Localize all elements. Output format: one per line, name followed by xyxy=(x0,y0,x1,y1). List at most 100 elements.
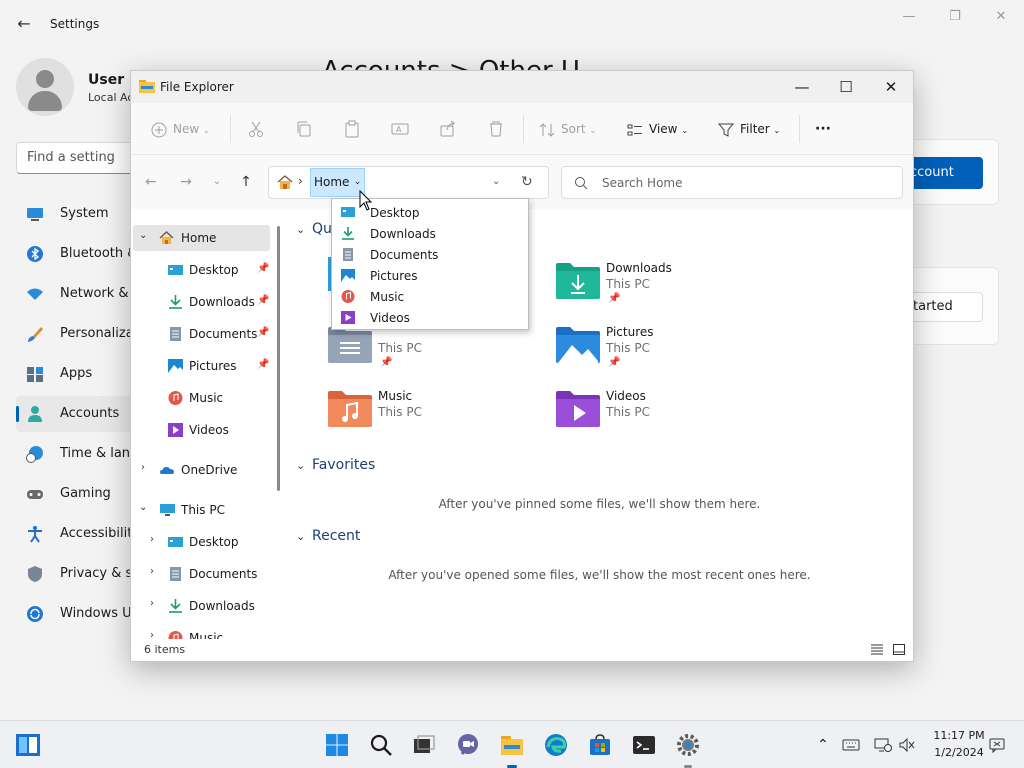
nav-item-documents[interactable]: Documents 📌 xyxy=(133,321,270,347)
start-windows-icon[interactable] xyxy=(325,733,349,757)
pin-icon: 📌 xyxy=(257,327,270,338)
dropdown-item-videos[interactable]: Videos xyxy=(332,307,528,328)
address-bar[interactable]: › Home ⌄ ⌄ ↻ xyxy=(268,166,549,199)
nav-item-music[interactable]: Music xyxy=(133,385,270,411)
clock-time[interactable]: 11:17 PM xyxy=(924,729,994,742)
dropdown-label: Documents xyxy=(370,248,439,262)
up-arrow-icon[interactable]: ↑ xyxy=(236,172,256,192)
more-options-button[interactable]: ··· xyxy=(815,117,831,141)
favorites-header[interactable]: ⌄ Favorites xyxy=(296,457,375,473)
settings-gear-icon[interactable] xyxy=(676,733,700,757)
nav-label: Desktop xyxy=(189,263,239,277)
dropdown-item-documents[interactable]: Documents xyxy=(332,244,528,265)
address-history-chevron-icon[interactable]: ⌄ xyxy=(492,176,500,187)
view-button[interactable]: View ⌄ xyxy=(627,117,688,141)
filter-button[interactable]: Filter ⌄ xyxy=(718,117,780,141)
terminal-icon[interactable] xyxy=(632,733,656,757)
command-bar: New ⌄ A Sort ⌄ View ⌄ Filter ⌄ ··· xyxy=(131,103,913,155)
nav-item-desktop[interactable]: Desktop 📌 xyxy=(133,257,270,283)
chevron-right-icon[interactable]: › xyxy=(150,598,154,609)
clock-date[interactable]: 1/2/2024 xyxy=(924,746,994,759)
delete-icon[interactable] xyxy=(486,119,506,139)
close-icon[interactable]: ✕ xyxy=(868,73,914,101)
explorer-titlebar[interactable]: File Explorer — ☐ ✕ xyxy=(131,71,913,103)
refresh-icon[interactable]: ↻ xyxy=(521,174,533,190)
chevron-up-icon[interactable]: ⌃ xyxy=(814,736,832,754)
sort-button[interactable]: Sort ⌄ xyxy=(539,117,596,141)
nav-item-onedrive[interactable]: › OneDrive xyxy=(133,457,270,483)
dropdown-item-pictures[interactable]: Pictures xyxy=(332,265,528,286)
music-icon xyxy=(341,290,355,303)
downloads-icon xyxy=(169,599,182,613)
pin-icon: 📌 xyxy=(257,359,270,370)
dropdown-item-downloads[interactable]: Downloads xyxy=(332,223,528,244)
search-input[interactable]: Search Home xyxy=(602,176,682,190)
notifications-icon[interactable] xyxy=(988,736,1006,754)
nav-pane-scrollbar[interactable] xyxy=(277,226,280,491)
nav-item-pc-music[interactable]: › Music xyxy=(133,625,270,639)
chevron-down-icon[interactable]: ⌄ xyxy=(139,502,147,513)
rename-icon[interactable]: A xyxy=(390,119,410,139)
nav-label: Videos xyxy=(189,423,229,437)
keyboard-icon[interactable] xyxy=(842,736,860,754)
nav-item-pc-documents[interactable]: › Documents xyxy=(133,561,270,587)
tile-downloads[interactable]: Downloads This PC 📌 xyxy=(556,255,756,311)
clock-globe-icon xyxy=(26,446,43,463)
chevron-right-icon[interactable]: › xyxy=(150,566,154,577)
chevron-right-icon[interactable]: › xyxy=(150,630,154,639)
teams-chat-icon[interactable] xyxy=(456,733,480,757)
edge-browser-icon[interactable] xyxy=(544,733,568,757)
nav-item-this-pc[interactable]: ⌄ This PC xyxy=(133,497,270,523)
tiles-view-icon[interactable] xyxy=(893,644,905,655)
nav-item-home[interactable]: ⌄ Home xyxy=(133,225,270,251)
recent-locations-chevron-icon[interactable]: ⌄ xyxy=(207,172,227,192)
widgets-icon[interactable] xyxy=(16,733,40,757)
forward-arrow-icon[interactable]: → xyxy=(176,172,196,192)
network-monitor-icon[interactable] xyxy=(874,736,892,754)
cut-icon[interactable] xyxy=(246,119,266,139)
find-setting-input[interactable]: Find a setting xyxy=(16,142,146,174)
avatar xyxy=(16,58,74,116)
dropdown-label: Desktop xyxy=(370,206,420,220)
nav-label: Music xyxy=(189,391,224,405)
tile-location: This PC xyxy=(378,341,422,355)
chevron-right-icon[interactable]: › xyxy=(150,534,154,545)
tile-videos[interactable]: Videos This PC xyxy=(556,383,756,439)
apps-icon xyxy=(27,367,43,382)
recent-header[interactable]: ⌄ Recent xyxy=(296,528,360,544)
back-arrow-icon[interactable]: ← xyxy=(141,172,161,192)
user-account-type: Local Ac xyxy=(88,91,134,104)
copy-icon[interactable] xyxy=(294,119,314,139)
breadcrumb-home[interactable]: Home xyxy=(310,168,352,197)
tile-pictures[interactable]: Pictures This PC 📌 xyxy=(556,319,756,375)
nav-item-pictures[interactable]: Pictures 📌 xyxy=(133,353,270,379)
details-view-icon[interactable] xyxy=(871,644,883,655)
status-bar: 6 items xyxy=(131,639,913,661)
restore-icon[interactable]: ❐ xyxy=(932,6,978,28)
search-icon[interactable] xyxy=(369,733,393,757)
task-view-icon[interactable] xyxy=(412,733,436,757)
minimize-icon[interactable]: — xyxy=(779,73,825,101)
chevron-right-icon[interactable]: › xyxy=(141,462,145,473)
search-box[interactable]: Search Home xyxy=(561,166,903,199)
nav-item-pc-downloads[interactable]: › Downloads xyxy=(133,593,270,619)
chevron-down-icon[interactable]: ⌄ xyxy=(139,230,147,241)
quick-access-header[interactable]: ⌄ Qu xyxy=(296,221,332,237)
file-explorer-icon[interactable] xyxy=(500,733,524,757)
nav-item-pc-desktop[interactable]: › Desktop xyxy=(133,529,270,555)
brush-icon xyxy=(28,327,43,342)
paste-icon[interactable] xyxy=(342,119,362,139)
share-icon[interactable] xyxy=(438,119,458,139)
new-button[interactable]: New ⌄ xyxy=(151,117,210,141)
nav-item-downloads[interactable]: Downloads 📌 xyxy=(133,289,270,315)
tile-name: Downloads xyxy=(606,261,672,275)
nav-item-videos[interactable]: Videos xyxy=(133,417,270,443)
dropdown-item-music[interactable]: Music xyxy=(332,286,528,307)
minimize-icon[interactable]: — xyxy=(886,6,932,28)
close-icon[interactable]: ✕ xyxy=(978,6,1024,28)
maximize-icon[interactable]: ☐ xyxy=(823,73,869,101)
back-arrow-icon[interactable]: ← xyxy=(14,12,34,36)
tile-music[interactable]: Music This PC xyxy=(328,383,528,439)
volume-muted-icon[interactable] xyxy=(898,736,916,754)
microsoft-store-icon[interactable] xyxy=(588,733,612,757)
